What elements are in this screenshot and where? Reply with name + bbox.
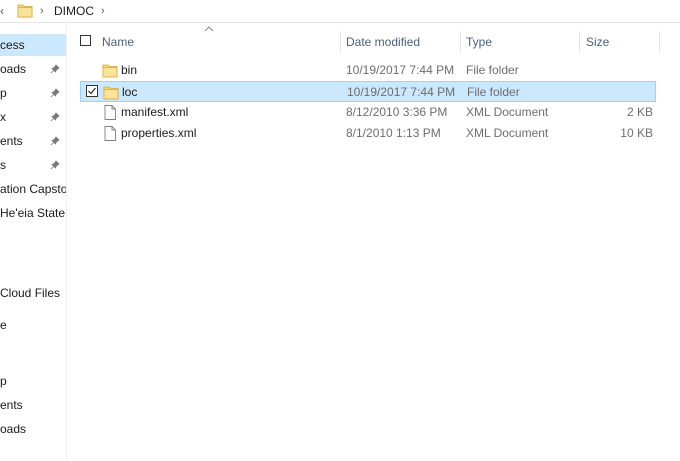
- file-type: XML Document: [466, 126, 549, 140]
- file-name: bin: [121, 63, 138, 77]
- sidebar-item-label: ents: [0, 398, 23, 412]
- sidebar-item[interactable]: He'eia State: [0, 202, 66, 224]
- sidebar-item[interactable]: ation Capsto: [0, 178, 66, 200]
- column-header-type[interactable]: Type: [466, 35, 492, 49]
- file-type: XML Document: [466, 105, 549, 119]
- file-date-modified: 8/12/2010 3:36 PM: [346, 105, 448, 119]
- pin-icon[interactable]: [50, 160, 60, 170]
- pin-icon[interactable]: [50, 64, 60, 74]
- breadcrumb-separator-icon[interactable]: ›: [40, 3, 44, 19]
- sidebar-item-label: He'eia State: [0, 206, 65, 220]
- folder-icon: [17, 4, 33, 18]
- folder-icon: [103, 86, 119, 100]
- pin-icon[interactable]: [50, 136, 60, 146]
- checkmark-icon: [88, 87, 96, 95]
- sidebar-item-label: Cloud Files: [0, 286, 61, 300]
- sidebar-item-label: e: [0, 318, 7, 332]
- sidebar-item-label: cess: [0, 38, 25, 52]
- breadcrumb-dimoc[interactable]: DIMOC: [54, 3, 94, 19]
- sidebar-item[interactable]: p: [0, 370, 66, 392]
- file-type: File folder: [467, 85, 520, 99]
- file-row[interactable]: manifest.xml 8/12/2010 3:36 PM XML Documen…: [80, 102, 656, 123]
- file-name: manifest.xml: [121, 105, 189, 119]
- column-header-size[interactable]: Size: [586, 35, 609, 49]
- file-row[interactable]: bin 10/19/2017 7:44 PM File folder: [80, 60, 656, 81]
- column-divider[interactable]: [340, 31, 341, 53]
- sidebar-item[interactable]: e: [0, 314, 66, 336]
- breadcrumb-separator-icon[interactable]: ›: [101, 3, 105, 19]
- sidebar-item[interactable]: cess: [0, 34, 66, 56]
- file-size: 10 KB: [620, 126, 653, 140]
- file-date-modified: 8/1/2010 1:13 PM: [346, 126, 441, 140]
- column-headers: Name Date modified Type Size: [67, 23, 680, 60]
- sidebar-item[interactable]: oads: [0, 418, 66, 440]
- pin-icon[interactable]: [50, 88, 60, 98]
- pin-icon[interactable]: [50, 112, 60, 122]
- file-explorer-window: ‹ › DIMOC › cess oads p x ents s ation Capsto H…: [0, 0, 680, 461]
- folder-icon: [102, 64, 118, 78]
- sidebar-item-label: oads: [0, 62, 27, 76]
- column-header-name[interactable]: Name: [102, 35, 134, 49]
- sidebar-item[interactable]: p: [0, 82, 66, 104]
- sidebar-item[interactable]: Cloud Files: [0, 282, 66, 304]
- file-type: File folder: [466, 63, 519, 77]
- file-icon: [104, 105, 116, 120]
- file-list: bin 10/19/2017 7:44 PM File folder loc 10/19…: [67, 60, 680, 160]
- file-size: 2 KB: [626, 105, 653, 119]
- sidebar-item[interactable]: s: [0, 154, 66, 176]
- file-name: properties.xml: [121, 126, 197, 140]
- sidebar-item-label: ents: [0, 134, 23, 148]
- sidebar-item-label: p: [0, 374, 7, 388]
- column-divider[interactable]: [579, 31, 580, 53]
- sidebar-item-label: s: [0, 158, 6, 172]
- select-all-checkbox[interactable]: [80, 35, 91, 46]
- file-date-modified: 10/19/2017 7:44 PM: [347, 85, 456, 99]
- sidebar-item-label: x: [0, 110, 6, 124]
- file-row[interactable]: properties.xml 8/1/2010 1:13 PM XML Docume…: [80, 123, 656, 144]
- column-divider[interactable]: [659, 31, 660, 53]
- column-divider[interactable]: [460, 31, 461, 53]
- column-header-date-modified[interactable]: Date modified: [346, 35, 420, 49]
- sidebar-item-label: p: [0, 86, 7, 100]
- file-name: loc: [122, 85, 138, 99]
- file-row[interactable]: loc 10/19/2017 7:44 PM File folder: [80, 81, 656, 102]
- sidebar-item[interactable]: ents: [0, 394, 66, 416]
- sidebar-item[interactable]: x: [0, 106, 66, 128]
- sidebar-item[interactable]: oads: [0, 58, 66, 80]
- file-icon: [104, 126, 116, 141]
- row-checkbox[interactable]: [86, 85, 98, 97]
- sort-ascending-icon: [204, 26, 214, 32]
- back-chevron-icon[interactable]: ‹: [0, 3, 8, 19]
- sidebar-item[interactable]: ents: [0, 130, 66, 152]
- navigation-pane: cess oads p x ents s ation Capsto He'eia State C…: [0, 23, 67, 461]
- sidebar-item-label: oads: [0, 422, 27, 436]
- file-date-modified: 10/19/2017 7:44 PM: [346, 63, 455, 77]
- sidebar-item-label: ation Capsto: [0, 182, 66, 196]
- address-bar[interactable]: ‹ › DIMOC ›: [0, 0, 680, 23]
